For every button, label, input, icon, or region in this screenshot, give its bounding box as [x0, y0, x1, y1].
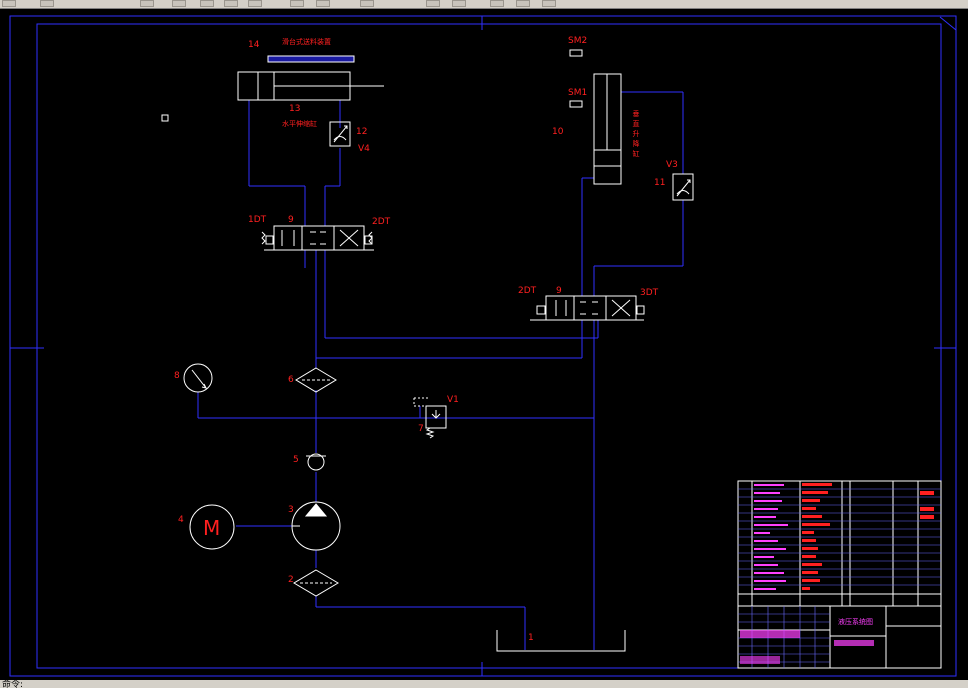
label-10: 10 [552, 127, 564, 137]
filter-6-icon[interactable] [295, 367, 337, 393]
toolbar-button[interactable] [360, 0, 374, 7]
valve-v4: V4 [358, 144, 370, 154]
solenoid-3dt: 3DT [640, 288, 659, 298]
drawing-name: 液压系统图 [838, 617, 873, 626]
label-6: 6 [288, 375, 294, 385]
directional-valve-9-lower[interactable] [530, 295, 645, 321]
toolbar-button[interactable] [40, 0, 54, 7]
switch-sm2: SM2 [568, 36, 587, 46]
solenoid-2dt-upper: 2DT [372, 217, 391, 227]
toolbar-button[interactable] [316, 0, 330, 7]
toolbar-button[interactable] [426, 0, 440, 7]
label-12: 12 [356, 127, 367, 137]
label-4: 4 [178, 515, 184, 525]
toolbar-button[interactable] [200, 0, 214, 7]
toolbar-button[interactable] [248, 0, 262, 7]
switch-sm1: SM1 [568, 88, 587, 98]
horizontal-cylinder-13[interactable] [237, 71, 384, 101]
throttle-valve-11-icon[interactable] [672, 173, 694, 201]
toolbar-button[interactable] [516, 0, 530, 7]
toolbar-button[interactable] [140, 0, 154, 7]
drawing-canvas[interactable]: M 1 2 3 4 5 6 7 8 9 9 10 11 12 13 14 1DT… [0, 8, 968, 680]
label-7: 7 [418, 424, 424, 434]
solenoid-2dt-lower: 2DT [518, 286, 537, 296]
label-9-lower: 9 [556, 286, 562, 296]
toolbar-button[interactable] [224, 0, 238, 7]
label-11: 11 [654, 178, 665, 188]
annotation-10-vertical: 垂直升降缸 [632, 109, 640, 160]
label-8: 8 [174, 371, 180, 381]
point-marker [161, 114, 169, 122]
valve-v3: V3 [666, 160, 678, 170]
label-9-upper: 9 [288, 215, 294, 225]
parts-list-text-marks [740, 483, 934, 664]
label-1: 1 [528, 633, 534, 643]
limit-switch-sm1-icon [569, 100, 583, 108]
annotation-13: 水平伸缩缸 [282, 119, 317, 128]
tank-1-icon[interactable] [496, 630, 626, 652]
toolbar-button[interactable] [290, 0, 304, 7]
filter-2-icon[interactable] [293, 569, 339, 597]
solenoid-1dt: 1DT [248, 215, 267, 225]
pressure-gauge-8-icon[interactable] [183, 363, 213, 393]
annotation-14: 滑台式送料装置 [282, 37, 331, 46]
toolbar-button[interactable] [2, 0, 16, 7]
toolbar-button[interactable] [172, 0, 186, 7]
label-14: 14 [248, 40, 260, 50]
toolbar-button[interactable] [452, 0, 466, 7]
component-labels: 1 2 3 4 5 6 7 8 9 9 10 11 12 13 14 1DT 2… [174, 36, 678, 643]
toolbar-button[interactable] [490, 0, 504, 7]
label-3: 3 [288, 505, 294, 515]
slide-plate-14 [267, 55, 355, 63]
pump-3-icon[interactable] [291, 501, 341, 551]
check-valve-5-icon[interactable] [306, 453, 326, 471]
status-text: 命令: [2, 680, 24, 688]
label-5: 5 [293, 455, 299, 465]
hydraulic-lines [197, 91, 684, 650]
vertical-cylinder-10[interactable] [593, 73, 622, 185]
valve-v1: V1 [447, 395, 459, 405]
status-bar: 命令: [0, 680, 968, 688]
label-2: 2 [288, 575, 294, 585]
motor-symbol: M [203, 516, 220, 540]
limit-switch-sm2-icon [569, 49, 583, 57]
label-13: 13 [289, 104, 300, 114]
directional-valve-9-upper[interactable] [261, 225, 374, 251]
toolbar-button[interactable] [542, 0, 556, 7]
